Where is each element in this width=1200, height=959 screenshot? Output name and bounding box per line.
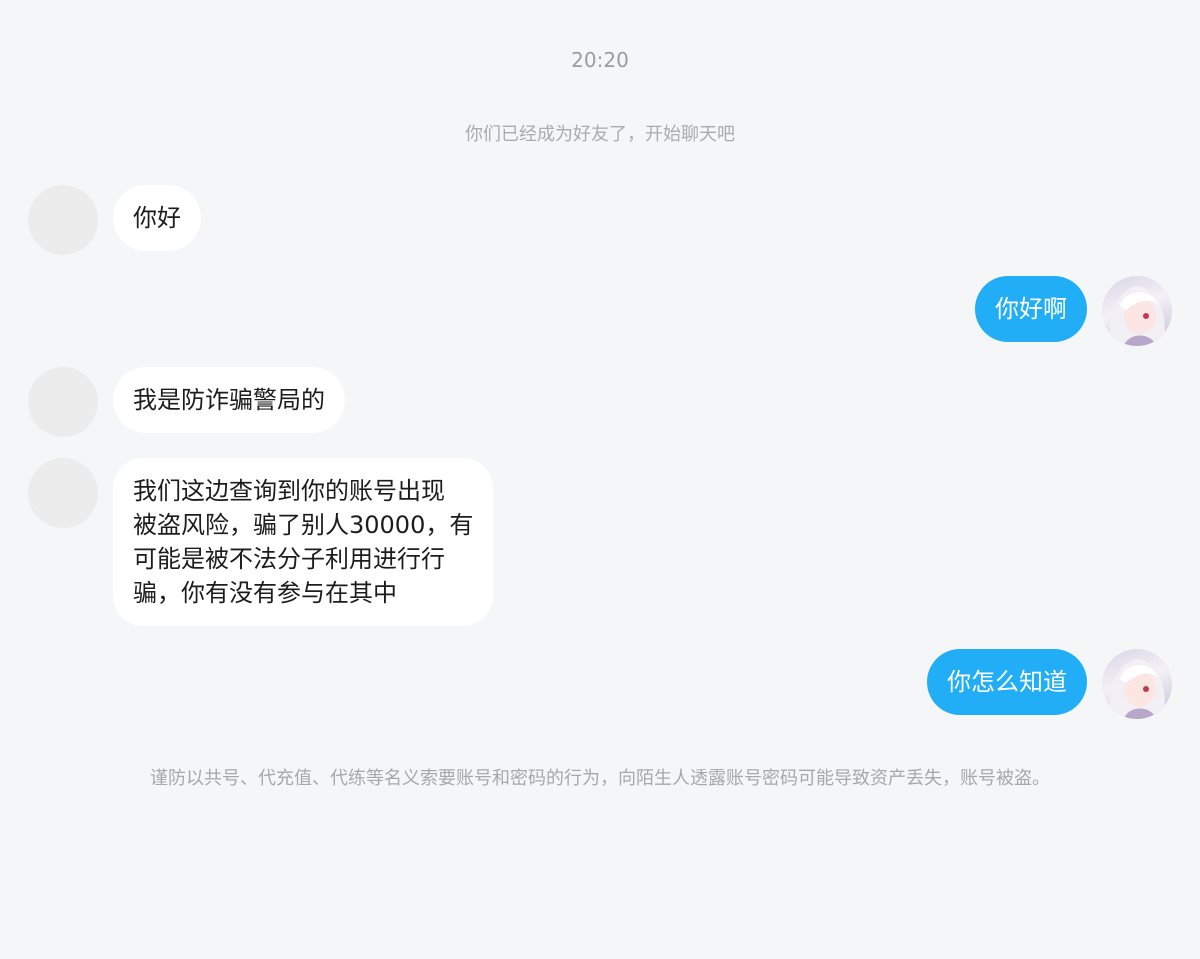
anime-girl-avatar-icon	[1109, 286, 1165, 346]
self-avatar[interactable]	[1102, 276, 1172, 346]
message-bubble-incoming[interactable]: 我是防诈骗警局的	[113, 367, 345, 433]
message-bubble-incoming[interactable]: 我们这边查询到你的账号出现 被盗风险，骗了别人30000，有 可能是被不法分子利…	[113, 458, 494, 626]
self-avatar[interactable]	[1102, 649, 1172, 719]
message-bubble-outgoing[interactable]: 你怎么知道	[927, 649, 1087, 715]
anime-girl-avatar-icon	[1109, 659, 1165, 719]
chat-time: 20:20	[571, 48, 629, 72]
message-bubble-outgoing[interactable]: 你好啊	[975, 276, 1087, 342]
contact-avatar[interactable]	[28, 458, 98, 528]
contact-avatar[interactable]	[28, 185, 98, 255]
system-notice: 你们已经成为好友了，开始聊天吧	[465, 124, 735, 145]
security-warning: 谨防以共号、代充值、代练等名义索要账号和密码的行为，向陌生人透露账号密码可能导致…	[150, 768, 1050, 789]
message-bubble-incoming[interactable]: 你好	[113, 185, 201, 251]
contact-avatar[interactable]	[28, 367, 98, 437]
